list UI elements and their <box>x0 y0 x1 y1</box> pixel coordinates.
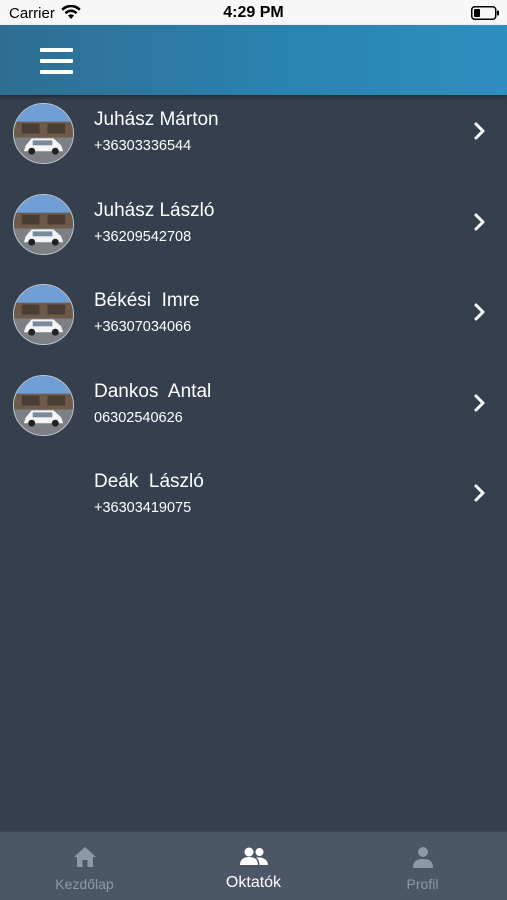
chevron-right-icon <box>474 303 485 321</box>
avatar <box>13 103 74 164</box>
avatar <box>13 374 74 436</box>
status-bar: Carrier 4:29 PM <box>0 0 507 25</box>
instructor-row-3[interactable]: Békési Imre +36307034066 <box>0 276 507 367</box>
app-header <box>0 25 507 95</box>
instructor-name: Juhász László <box>94 199 215 221</box>
car-photo-icon <box>14 194 73 254</box>
person-icon <box>412 847 433 868</box>
car-photo-icon <box>14 104 73 163</box>
tab-home[interactable]: Kezdőlap <box>0 832 169 900</box>
instructor-list: Juhász Márton +36303336544 Juhász László… <box>0 95 507 548</box>
chevron-right-icon <box>474 213 485 230</box>
chevron-right-icon <box>474 394 485 411</box>
people-icon <box>239 847 268 865</box>
instructor-row-5[interactable]: Deák László +36303419075 <box>0 457 507 548</box>
instructor-phone: +36303336544 <box>94 138 192 154</box>
tab-instructors[interactable]: Oktatók <box>169 832 338 900</box>
instructor-name: Deák László <box>94 471 204 492</box>
tab-profile[interactable]: Profil <box>338 832 507 900</box>
hamburger-menu-icon[interactable] <box>38 48 76 74</box>
instructor-row-1[interactable]: Juhász Márton +36303336544 <box>0 95 507 186</box>
tab-profile-label: Profil <box>406 876 439 892</box>
instructor-phone: +36303419075 <box>94 500 192 516</box>
chevron-right-icon <box>474 484 485 502</box>
avatar <box>13 193 74 255</box>
tab-instructors-label: Oktatók <box>225 874 282 891</box>
car-photo-icon <box>14 285 73 344</box>
instructor-row-2[interactable]: Juhász László +36209542708 <box>0 186 507 277</box>
battery-icon <box>471 6 499 20</box>
bottom-tab-bar: Kezdőlap Oktatók Profil <box>0 831 507 900</box>
instructor-name: Békési Imre <box>94 290 200 311</box>
car-photo-icon <box>14 375 73 435</box>
instructor-phone: 06302540626 <box>94 409 183 426</box>
chevron-right-icon <box>474 122 485 140</box>
status-time: 4:29 PM <box>223 4 284 21</box>
instructor-name: Dankos Antal <box>94 380 212 402</box>
instructor-row-4[interactable]: Dankos Antal 06302540626 <box>0 367 507 458</box>
instructor-name: Juhász Márton <box>94 109 219 130</box>
instructor-phone: +36209542708 <box>94 228 192 245</box>
instructor-phone: +36307034066 <box>94 319 192 335</box>
home-icon <box>73 847 96 867</box>
avatar <box>13 284 74 345</box>
tab-home-label: Kezdőlap <box>55 876 114 892</box>
